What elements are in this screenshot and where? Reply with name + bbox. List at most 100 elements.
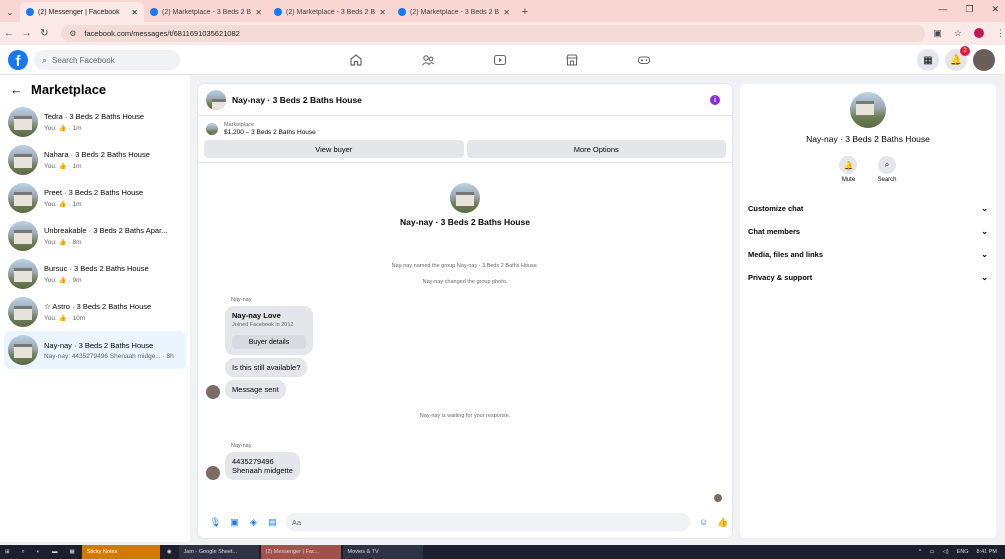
info-icon[interactable]: i <box>710 95 720 105</box>
taskbar-google-sheets[interactable]: Jam - Google Sheet... <box>178 545 259 559</box>
chat-thumbnail[interactable] <box>206 89 226 110</box>
facebook-logo-icon[interactable]: f <box>8 50 28 70</box>
sender-avatar[interactable] <box>206 466 220 480</box>
home-icon[interactable] <box>320 45 392 75</box>
conversation-item[interactable]: ☆ Astro · 3 Beds 2 Baths House You: 👍 · … <box>4 293 186 331</box>
browser-tab-marketplace-2[interactable]: (2) Marketplace - 3 Beds 2 Bath ✕ <box>268 2 392 22</box>
edge-icon[interactable]: ◐ <box>32 545 45 559</box>
notifications-bell-icon[interactable]: 🔔 2 <box>945 46 970 71</box>
video-icon[interactable] <box>464 45 536 75</box>
volume-icon[interactable]: ◁) <box>943 549 949 555</box>
view-buyer-button[interactable]: View buyer <box>204 140 464 158</box>
emoji-icon[interactable]: ☺ <box>694 517 713 527</box>
browser-toolbar: ← → ↻ ⚙ facebook.com/messages/t/68116910… <box>0 22 1005 45</box>
gif-icon[interactable]: ▤ <box>263 517 282 528</box>
conversation-item-selected[interactable]: Nay-nay · 3 Beds 2 Baths House Nay-nay: … <box>4 331 186 369</box>
taskbar-messenger[interactable]: (2) Messenger | Fac... <box>260 545 341 559</box>
profile-avatar-icon[interactable] <box>973 28 984 38</box>
mute-button[interactable]: 🔔 Mute <box>839 156 858 183</box>
browser-tab-messenger[interactable]: (2) Messenger | Facebook ✕ <box>20 2 144 22</box>
listing-thumbnail <box>8 297 38 327</box>
close-tab-icon[interactable]: ✕ <box>131 8 138 17</box>
bookmark-star-icon[interactable]: ☆ <box>954 28 962 39</box>
media-files-links-row[interactable]: Media, files and links ⌄ <box>740 243 996 266</box>
minimize-icon[interactable]: — <box>938 4 947 15</box>
windows-start-icon[interactable]: ⊞ <box>0 545 15 559</box>
tab-search-chevron-icon[interactable]: ⌄ <box>0 2 20 22</box>
file-explorer-icon[interactable]: ▬ <box>47 545 63 559</box>
conversation-item[interactable]: Nahara · 3 Beds 2 Baths House You: 👍 · 1… <box>4 141 186 179</box>
row-label: Privacy & support <box>748 273 813 282</box>
customize-chat-row[interactable]: Customize chat ⌄ <box>740 197 996 220</box>
bell-icon: 🔔 <box>839 156 858 174</box>
tab-label: (2) Messenger | Facebook <box>38 8 120 16</box>
close-tab-icon[interactable]: ✕ <box>255 8 262 17</box>
conversation-item[interactable]: Unbreakable · 3 Beds 2 Baths Apar... You… <box>4 217 186 255</box>
thumbs-up-icon[interactable]: 👍 <box>713 517 732 528</box>
facebook-favicon-icon <box>150 8 158 16</box>
sender-avatar[interactable] <box>206 385 220 399</box>
browser-tab-marketplace-3[interactable]: (2) Marketplace - 3 Beds 2 Bath ✕ <box>392 2 516 22</box>
message-bubble[interactable]: 4435279496 Shenaah midgette <box>225 452 300 480</box>
chevron-down-icon: ⌄ <box>981 273 988 282</box>
install-app-icon[interactable]: ▣ <box>933 28 942 39</box>
buyer-profile-card: Nay-nay Love Joined Facebook in 2012 Buy… <box>225 306 313 355</box>
back-arrow-icon[interactable]: ← <box>0 28 18 39</box>
language-indicator[interactable]: ENG <box>957 549 969 555</box>
sticker-icon[interactable]: ◈ <box>244 517 263 528</box>
network-icon[interactable]: ▭ <box>929 549 934 555</box>
privacy-support-row[interactable]: Privacy & support ⌄ <box>740 266 996 289</box>
conversation-item[interactable]: Preet · 3 Beds 2 Baths House You: 👍 · 1m <box>4 179 186 217</box>
image-icon[interactable]: ▣ <box>225 517 244 528</box>
sender-name: Nay-nay <box>231 297 252 303</box>
friends-icon[interactable] <box>392 45 464 75</box>
taskbar-sticky-notes[interactable]: Sticky Notes <box>81 545 160 559</box>
microphone-icon[interactable]: 🎙 <box>206 517 225 528</box>
back-arrow-icon[interactable]: ← <box>10 82 23 97</box>
conversation-preview: You: 👍 · 10m <box>44 315 86 322</box>
tray-chevron-icon[interactable]: ^ <box>919 549 922 555</box>
close-tab-icon[interactable]: ✕ <box>503 8 510 17</box>
conversation-item[interactable]: Tedra · 3 Beds 2 Baths House You: 👍 · 1m <box>4 103 186 141</box>
panel-header: ← Marketplace <box>0 75 190 103</box>
menu-kebab-icon[interactable]: ⋮ <box>996 28 1005 39</box>
restore-icon[interactable]: ❐ <box>965 4 973 15</box>
search-icon: ⌕ <box>877 156 896 174</box>
listing-thumbnail <box>8 183 38 213</box>
search-icon[interactable]: ⌕ <box>17 545 30 559</box>
clock-time[interactable]: 8:41 PM <box>977 549 997 555</box>
browser-tab-strip: ⌄ (2) Messenger | Facebook ✕ (2) Marketp… <box>0 0 1005 22</box>
menu-grid-icon[interactable]: ▦ <box>917 49 939 71</box>
search-facebook-input[interactable]: ⌕ Search Facebook <box>34 50 180 70</box>
marketplace-icon[interactable] <box>536 45 608 75</box>
more-options-button[interactable]: More Options <box>466 140 726 158</box>
conversation-preview: Nay-nay: 4435279496 Shenaah midge... · 8… <box>44 352 174 360</box>
close-window-icon[interactable]: ✕ <box>991 4 999 15</box>
store-icon[interactable]: ▦ <box>65 545 80 559</box>
message-bubble[interactable]: Is this still available? <box>225 358 308 377</box>
search-button[interactable]: ⌕ Search <box>877 156 897 183</box>
listing-thumbnail <box>8 145 38 175</box>
listing-summary[interactable]: Marketplace $1,200 – 3 Beds 2 Baths Hous… <box>198 116 732 136</box>
browser-tab-marketplace-1[interactable]: (2) Marketplace - 3 Beds 2 Bath ✕ <box>144 2 268 22</box>
close-tab-icon[interactable]: ✕ <box>379 8 386 17</box>
taskbar-movies-tv[interactable]: Movies & TV <box>342 545 423 559</box>
account-avatar[interactable] <box>973 49 995 71</box>
conversation-name: Unbreakable · 3 Beds 2 Baths Apar... <box>44 226 168 235</box>
message-bubble[interactable]: Message sent <box>225 380 286 399</box>
gaming-icon[interactable] <box>608 45 680 75</box>
reload-icon[interactable]: ↻ <box>36 28 54 39</box>
address-bar[interactable]: ⚙ facebook.com/messages/t/68116910356210… <box>61 25 926 42</box>
forward-arrow-icon[interactable]: → <box>18 28 36 39</box>
listing-thumbnail <box>8 107 38 137</box>
site-settings-icon[interactable]: ⚙ <box>69 29 76 38</box>
conversation-list-panel: ← Marketplace Tedra · 3 Beds 2 Baths Hou… <box>0 75 190 542</box>
buyer-details-button[interactable]: Buyer details <box>232 335 306 349</box>
chat-details-panel: Nay-nay · 3 Beds 2 Baths House 🔔 Mute ⌕ … <box>740 84 996 538</box>
chat-members-row[interactable]: Chat members ⌄ <box>740 220 996 243</box>
conversation-item[interactable]: Bursuc · 3 Beds 2 Baths House You: 👍 · 9… <box>4 255 186 293</box>
new-tab-plus-icon[interactable]: + <box>516 2 534 22</box>
message-input[interactable]: Aa <box>285 513 691 531</box>
chat-title[interactable]: Nay-nay · 3 Beds 2 Baths House <box>232 95 362 105</box>
app-icon[interactable]: ◉ <box>162 545 177 559</box>
